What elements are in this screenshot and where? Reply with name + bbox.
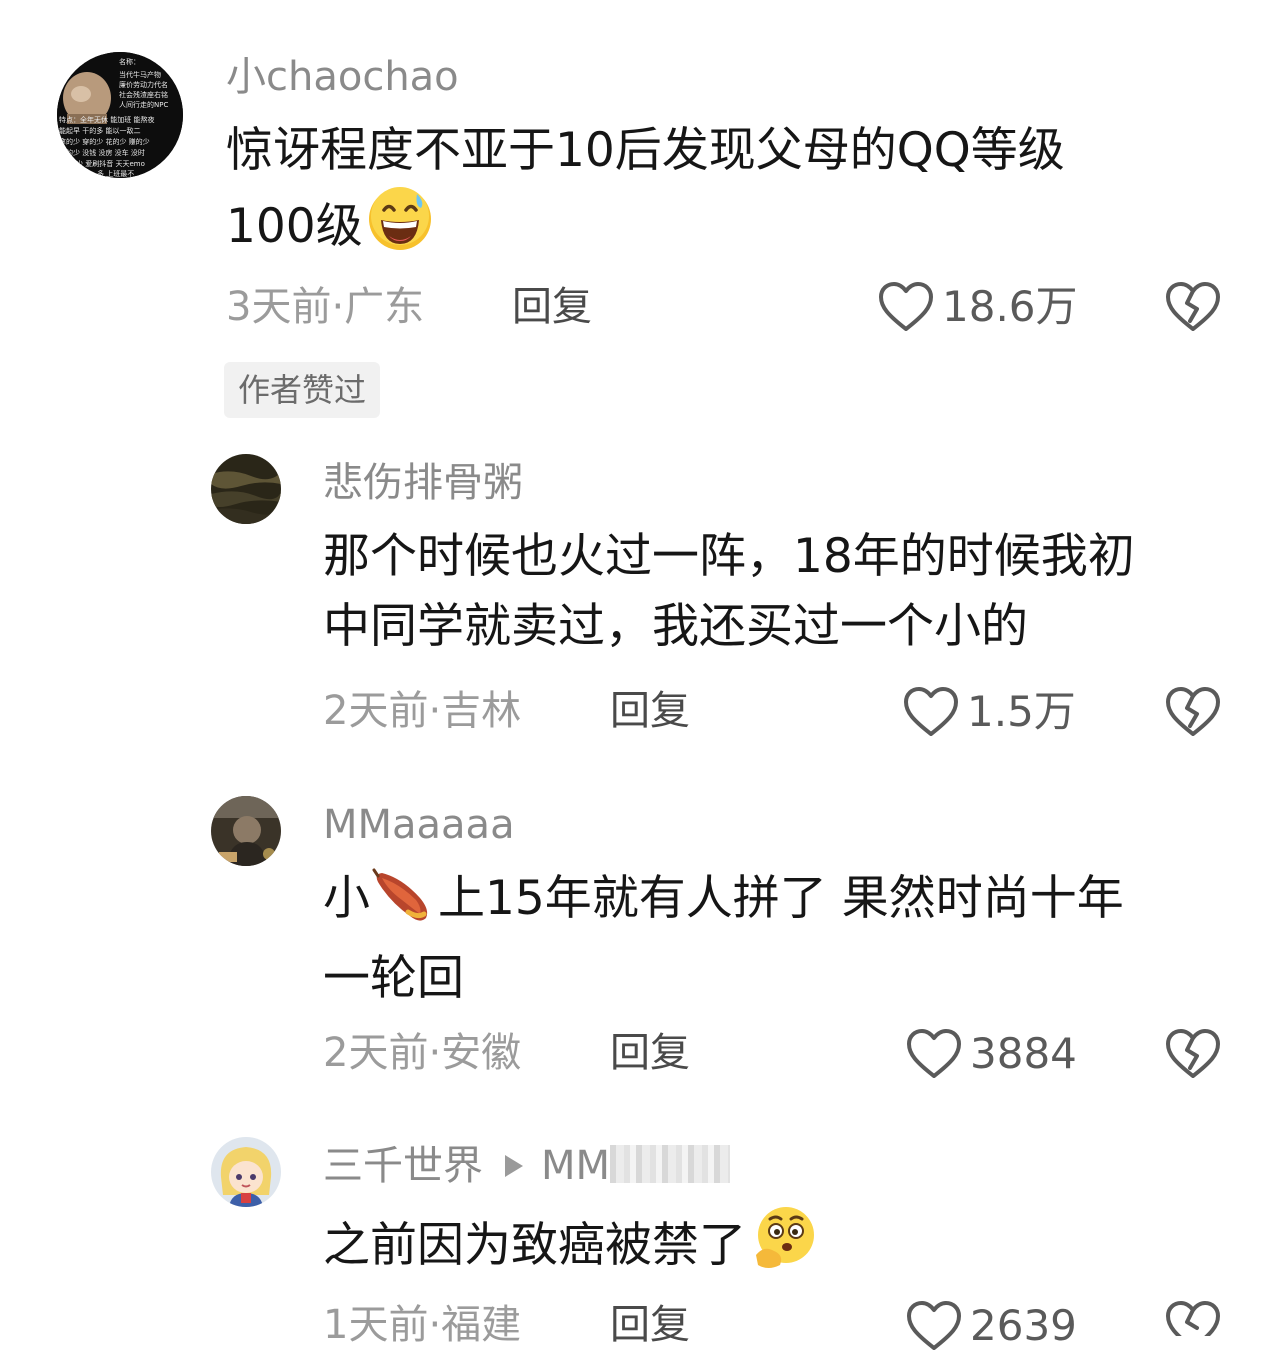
comment-line: 100级 [226, 186, 1065, 272]
username[interactable]: MMaaaaa [323, 800, 515, 850]
comment-text: 之前因为致癌被禁了 [323, 1205, 820, 1291]
comment-line: 小 上15年就有人拼了 果然时尚十年 [323, 864, 1124, 944]
reply-button[interactable]: 回复 [610, 1300, 690, 1350]
time-location: 2天前·吉林 [323, 688, 522, 734]
avatar-text: 名称： [119, 57, 140, 66]
dislike-button[interactable] [1165, 1300, 1221, 1350]
comment-line-text: 100级 [226, 199, 363, 254]
heart-icon [906, 1028, 962, 1080]
dislike-button[interactable] [1165, 686, 1221, 742]
avatar-text: 社会残渣座右铭 [119, 90, 168, 99]
dislike-button[interactable] [1165, 281, 1221, 337]
comment-line: 那个时候也火过一阵，18年的时候我初 [323, 529, 1135, 584]
avatar-text: 能起早 干的多 能以一敌二 [59, 126, 140, 135]
thinking-face-emoji [750, 1205, 820, 1291]
heart-icon [903, 686, 959, 738]
like-button[interactable]: 3884 [906, 1024, 1077, 1084]
time-location: 3天前·广东 [226, 284, 425, 330]
avatar-text: 拿的少 穿的少 花的少 赚的少 [59, 137, 150, 146]
avatar[interactable] [211, 1137, 281, 1207]
username[interactable]: 小chaochao [226, 52, 459, 102]
reply-to-username[interactable]: MM [541, 1143, 610, 1189]
like-count: 18.6万 [942, 282, 1078, 331]
comment-line-text: 上15年就有人拼了 果然时尚十年 [438, 871, 1124, 926]
broken-heart-icon [1165, 282, 1221, 337]
avatar-text: 间少 爱刷抖音 天天emo [69, 159, 145, 168]
like-count: 1.5万 [967, 687, 1076, 736]
like-button[interactable]: 2639 [906, 1296, 1077, 1356]
sweet-potato-emoji [372, 868, 432, 944]
comment-line: 一轮回 [323, 951, 464, 1006]
username[interactable]: 悲伤排骨粥 [323, 458, 523, 508]
avatar[interactable] [211, 454, 281, 524]
comment-line-text: 之前因为致癌被禁了 [323, 1218, 746, 1273]
comment-line: 惊讶程度不亚于10后发现父母的QQ等级 [226, 123, 1065, 178]
broken-heart-icon [1165, 687, 1221, 742]
comment-text: 惊讶程度不亚于10后发现父母的QQ等级 100级 [226, 116, 1065, 272]
username[interactable]: 三千世界 MM [323, 1141, 731, 1191]
time-location: 2天前·安徽 [323, 1030, 522, 1076]
like-button[interactable]: 1.5万 [903, 682, 1076, 742]
avatar-text: 吃的少 没钱 没房 没车 没时 [59, 148, 145, 157]
like-button[interactable]: 18.6万 [878, 277, 1078, 337]
avatar-text: 特点：全年无休 能加班 能熬夜 [59, 115, 154, 124]
dislike-button[interactable] [1165, 1028, 1221, 1084]
heart-icon [878, 281, 934, 333]
heart-icon [906, 1300, 962, 1352]
reply-button[interactable]: 回复 [610, 1028, 690, 1078]
broken-heart-icon [1165, 1301, 1221, 1350]
reply-button[interactable]: 回复 [610, 686, 690, 736]
avatar-text: 当代牛马产物 [119, 70, 161, 79]
comment-line-text: 小 [323, 871, 370, 926]
like-count: 2639 [970, 1301, 1077, 1350]
reply-button[interactable]: 回复 [512, 282, 592, 332]
comment-line: 之前因为致癌被禁了 [323, 1205, 820, 1291]
broken-heart-icon [1165, 1029, 1221, 1084]
avatar-text: 人间行走的NPC [119, 100, 168, 109]
blurred-username-mask [610, 1145, 731, 1183]
comment-text: 小 上15年就有人拼了 果然时尚十年 一轮回 [323, 864, 1124, 1014]
username-text: 三千世界 [323, 1143, 483, 1189]
comment-text: 那个时候也火过一阵，18年的时候我初 中同学就卖过，我还买过一个小的 [323, 522, 1135, 662]
like-count: 3884 [970, 1029, 1077, 1078]
avatar-text: 廉价劳动力代名 [119, 80, 168, 89]
author-liked-badge: 作者赞过 [224, 362, 381, 418]
comment-line: 中同学就卖过，我还买过一个小的 [323, 599, 1028, 654]
avatar[interactable]: 名称： 当代牛马产物 廉价劳动力代名 社会残渣座右铭 人间行走的NPC 特点：全… [57, 52, 183, 178]
time-location: 1天前·福建 [323, 1302, 522, 1348]
grinning-sweat-emoji [367, 186, 433, 272]
avatar[interactable] [211, 796, 281, 866]
reply-arrow-icon [505, 1155, 523, 1177]
avatar-text: 多 上班最不 [97, 169, 134, 178]
